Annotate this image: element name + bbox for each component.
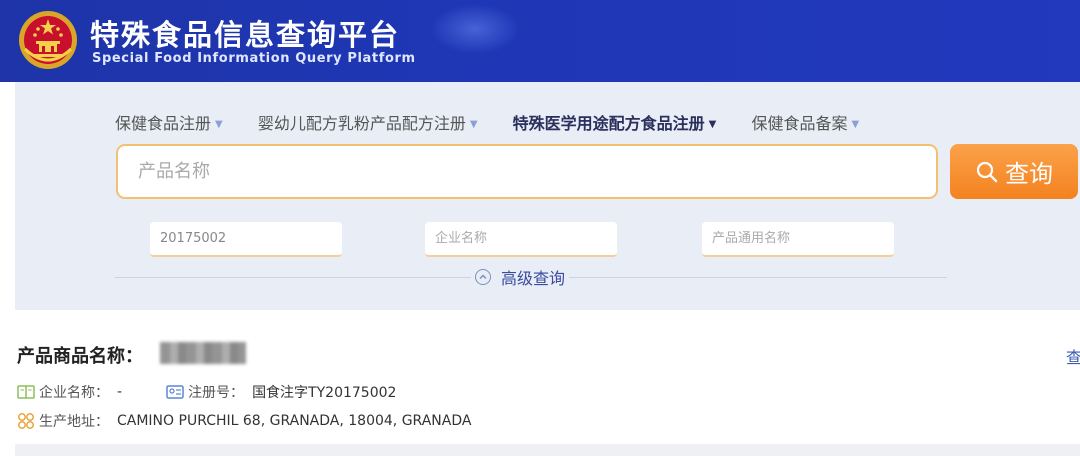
registration-number-input[interactable] <box>150 222 342 257</box>
address-label: 生产地址： <box>39 414 109 430</box>
company-row: 企业名称： - 注册号： 国食注字TY20175002 <box>17 382 396 402</box>
header-glow <box>430 4 520 54</box>
company-name-input[interactable] <box>425 222 617 257</box>
search-button-label: 查询 <box>1005 160 1053 188</box>
address-row: 生产地址： CAMINO PURCHIL 68, GRANADA, 18004,… <box>17 411 471 431</box>
search-icon <box>976 161 998 182</box>
generic-name-input[interactable] <box>702 222 894 257</box>
registration-value: 国食注字TY20175002 <box>252 385 397 401</box>
tab-health-food-registration[interactable]: 保健食品注册 ▼ <box>115 110 223 134</box>
dropdown-arrow-icon: ▼ <box>469 119 478 130</box>
product-name-label: 产品商品名称： <box>17 346 143 367</box>
site-title: 特殊食品信息查询平台 <box>90 18 401 52</box>
dropdown-arrow-icon: ▼ <box>851 119 860 130</box>
tab-infant-formula-registration[interactable]: 婴幼儿配方乳粉产品配方注册 ▼ <box>258 110 478 134</box>
chevron-up-icon <box>475 269 491 285</box>
advanced-search-label: 高级查询 <box>501 269 566 288</box>
dropdown-arrow-icon: ▼ <box>708 119 717 130</box>
national-emblem-icon <box>19 11 77 69</box>
search-button[interactable]: 查询 <box>950 144 1078 199</box>
company-label: 企业名称： <box>39 385 109 401</box>
site-subtitle: Special Food Information Query Platform <box>92 51 416 66</box>
book-icon <box>17 385 35 399</box>
redacted-product-name <box>160 342 246 364</box>
dropdown-arrow-icon: ▼ <box>215 119 223 130</box>
site-header: 特殊食品信息查询平台 Special Food Information Quer… <box>0 0 1080 82</box>
tab-special-medical-food-registration[interactable]: 特殊医学用途配方食品注册 ▼ <box>513 110 717 134</box>
view-detail-link[interactable]: 查 <box>1066 344 1080 368</box>
company-value: - <box>117 384 123 400</box>
registration-label: 注册号： <box>188 385 245 401</box>
tab-health-food-filing[interactable]: 保健食品备案 ▼ <box>751 110 859 134</box>
advanced-search-toggle[interactable]: 高级查询 <box>471 265 570 289</box>
address-value: CAMINO PURCHIL 68, GRANADA, 18004, GRANA… <box>117 413 472 429</box>
next-result-strip <box>15 444 1080 456</box>
product-name-search-input[interactable] <box>116 144 938 199</box>
id-card-icon <box>166 385 184 399</box>
category-tabs: 保健食品注册 ▼ 婴幼儿配方乳粉产品配方注册 ▼ 特殊医学用途配方食品注册 ▼ 保健食… <box>115 110 889 134</box>
search-panel: 保健食品注册 ▼ 婴幼儿配方乳粉产品配方注册 ▼ 特殊医学用途配方食品注册 ▼ 保健食… <box>15 82 1080 310</box>
factory-grid-icon <box>18 413 34 429</box>
